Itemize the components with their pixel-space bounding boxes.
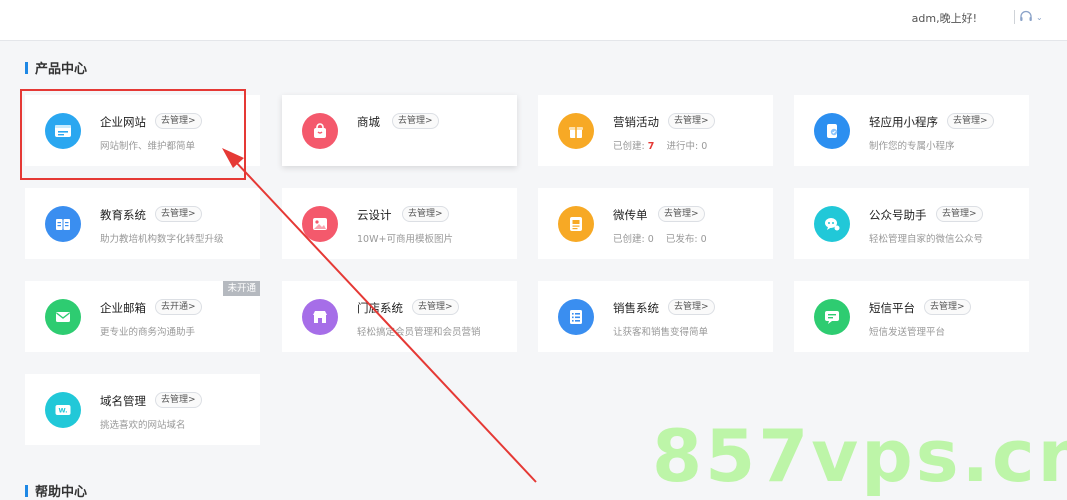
card-official-account[interactable]: 公众号助手 去管理> 轻松管理自家的微信公众号	[794, 188, 1029, 259]
card-name: 微传单	[613, 208, 648, 222]
stat-label: 已创建:	[613, 141, 645, 152]
status-badge: 未开通	[223, 281, 260, 296]
shopping-bag-icon	[302, 113, 338, 149]
card-description: 让获客和销售变得简单	[613, 327, 709, 338]
card-cloud-design[interactable]: 云设计 去管理> 10W+可商用模板图片	[282, 188, 517, 259]
section-title: 产品中心	[35, 62, 88, 77]
website-icon	[45, 113, 81, 149]
card-stats: 已创建: 0 已发布: 0	[613, 231, 707, 245]
card-name: 轻应用小程序	[869, 115, 938, 129]
card-description: 挑选喜欢的网站域名	[100, 420, 186, 431]
image-icon	[302, 206, 338, 242]
activate-button[interactable]: 去开通>	[155, 299, 202, 315]
domain-icon: W.	[45, 392, 81, 428]
card-enterprise-website[interactable]: 企业网站 去管理> 网站制作、维护都简单	[25, 95, 260, 166]
store-icon	[302, 299, 338, 335]
manage-button[interactable]: 去管理>	[924, 299, 971, 315]
card-domain-management[interactable]: W. 域名管理 去管理> 挑选喜欢的网站域名	[25, 374, 260, 445]
manage-button[interactable]: 去管理>	[402, 206, 449, 222]
card-store-system[interactable]: 门店系统 去管理> 轻松搞定会员管理和会员营销	[282, 281, 517, 352]
manage-button[interactable]: 去管理>	[947, 113, 994, 129]
stat-value-created: 0	[647, 234, 654, 245]
miniapp-icon	[814, 113, 850, 149]
stat-value-created: 7	[647, 141, 655, 152]
card-description: 制作您的专属小程序	[869, 141, 955, 152]
card-name: 企业邮箱	[100, 301, 146, 315]
card-mini-program[interactable]: 轻应用小程序 去管理> 制作您的专属小程序	[794, 95, 1029, 166]
card-name: 门店系统	[357, 301, 403, 315]
wechat-icon	[814, 206, 850, 242]
domain-icon-text: W.	[58, 407, 67, 415]
manage-button[interactable]: 去管理>	[392, 113, 439, 129]
manage-button[interactable]: 去管理>	[155, 206, 202, 222]
card-name: 企业网站	[100, 115, 146, 129]
card-name: 域名管理	[100, 394, 146, 408]
manage-button[interactable]: 去管理>	[668, 113, 715, 129]
manage-button[interactable]: 去管理>	[658, 206, 705, 222]
card-description: 10W+可商用模板图片	[357, 234, 453, 245]
card-description: 助力教培机构数字化转型升级	[100, 234, 224, 245]
card-name: 营销活动	[613, 115, 659, 129]
card-mall[interactable]: 商城 去管理>	[282, 95, 517, 166]
card-description: 短信发送管理平台	[869, 327, 946, 338]
card-enterprise-email[interactable]: 企业邮箱 去开通> 更专业的商务沟通助手 未开通	[25, 281, 260, 352]
mail-icon	[45, 299, 81, 335]
stat-value-published: 0	[700, 234, 707, 245]
card-description: 网站制作、维护都简单	[100, 141, 196, 152]
headset-icon	[1020, 10, 1032, 21]
card-name: 商城	[357, 115, 380, 129]
stat-label: 已创建:	[613, 234, 645, 245]
card-stats: 已创建: 7 进行中: 0	[613, 138, 707, 152]
message-icon	[814, 299, 850, 335]
card-name: 短信平台	[869, 301, 915, 315]
card-description: 更专业的商务沟通助手	[100, 327, 196, 338]
card-sales-system[interactable]: 销售系统 去管理> 让获客和销售变得简单	[538, 281, 773, 352]
top-bar: adm,晚上好! ⌄	[0, 0, 1067, 41]
manage-button[interactable]: 去管理>	[155, 113, 202, 129]
card-name: 教育系统	[100, 208, 146, 222]
user-greeting: adm,晚上好!	[911, 12, 977, 25]
flyer-icon	[558, 206, 594, 242]
card-description: 轻松搞定会员管理和会员营销	[357, 327, 481, 338]
gift-icon	[558, 113, 594, 149]
watermark: 857vps.cn	[652, 414, 1067, 498]
customer-service-button[interactable]: ⌄	[1019, 8, 1047, 26]
card-education-system[interactable]: 教育系统 去管理> 助力教培机构数字化转型升级	[25, 188, 260, 259]
card-marketing-activities[interactable]: 营销活动 去管理> 已创建: 7 进行中: 0	[538, 95, 773, 166]
card-sms-platform[interactable]: 短信平台 去管理> 短信发送管理平台	[794, 281, 1029, 352]
section-product-center: 产品中心	[25, 58, 87, 77]
manage-button[interactable]: 去管理>	[412, 299, 459, 315]
card-name: 云设计	[357, 208, 392, 222]
card-micro-flyer[interactable]: 微传单 去管理> 已创建: 0 已发布: 0	[538, 188, 773, 259]
stat-value-ongoing: 0	[701, 141, 708, 152]
section-help-center: 帮助中心	[25, 481, 87, 500]
stat-label: 进行中:	[666, 141, 699, 152]
section-marker	[25, 484, 28, 497]
section-title: 帮助中心	[35, 485, 88, 500]
manage-button[interactable]: 去管理>	[936, 206, 983, 222]
book-icon	[45, 206, 81, 242]
list-icon	[558, 299, 594, 335]
card-description: 轻松管理自家的微信公众号	[869, 234, 984, 245]
chevron-down-icon: ⌄	[1036, 12, 1043, 22]
card-name: 公众号助手	[869, 208, 927, 222]
manage-button[interactable]: 去管理>	[155, 392, 202, 408]
section-marker	[25, 61, 28, 74]
divider	[1014, 10, 1015, 24]
manage-button[interactable]: 去管理>	[668, 299, 715, 315]
card-name: 销售系统	[613, 301, 659, 315]
stat-label: 已发布:	[665, 234, 698, 245]
